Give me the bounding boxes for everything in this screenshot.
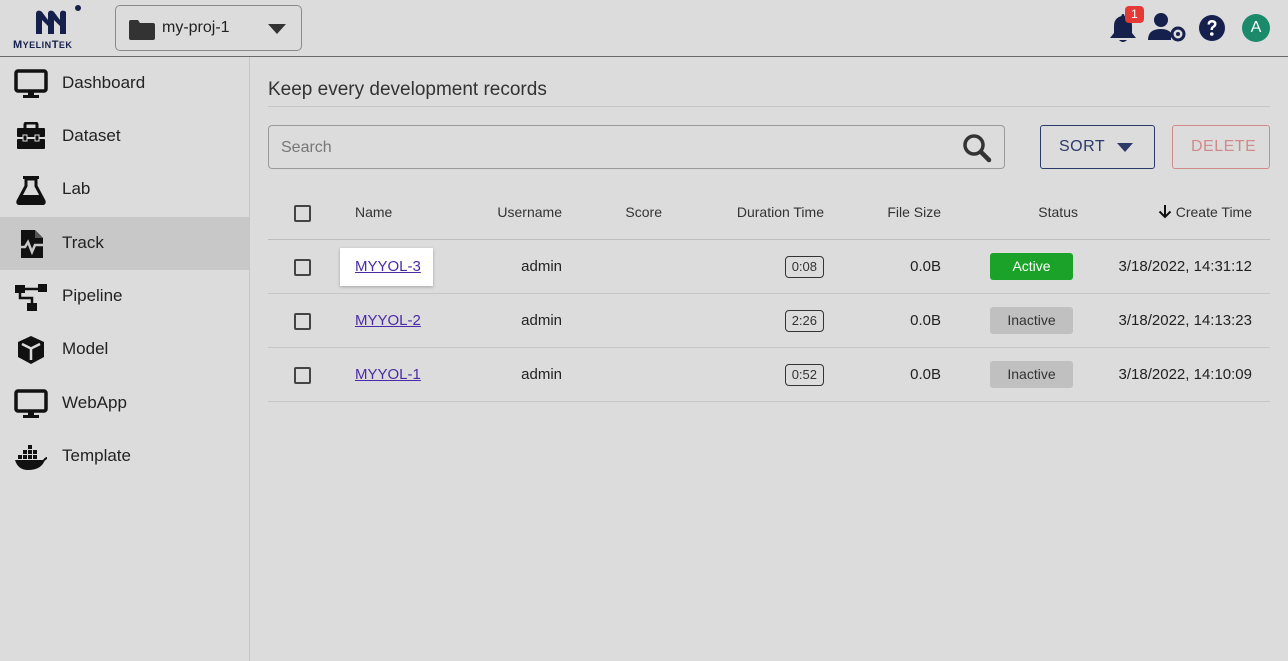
logo-text: MYELINTEK [13,39,73,51]
column-header-score[interactable]: Score [598,186,662,239]
status-badge: Inactive [990,361,1073,388]
file-size-cell: 0.0B [910,366,941,383]
score-cell [598,294,662,347]
duration-pill: 2:26 [784,310,824,332]
records-table: Name Username Score Duration Time File S… [268,186,1270,402]
monitor-icon [14,69,48,98]
sidebar-item-track[interactable]: Track [0,217,249,270]
sidebar-item-label: Template [62,446,131,465]
sidebar-item-label: WebApp [62,393,127,412]
column-header-name[interactable]: Name [355,186,392,239]
folder-icon [129,20,155,40]
title-divider [268,106,1270,107]
page-title: Keep every development records [268,79,547,100]
username-cell: admin [521,366,562,383]
sidebar-item-label: Pipeline [62,286,123,305]
search-box [268,125,1005,169]
sort-button[interactable]: SORT [1040,125,1155,169]
search-icon[interactable] [962,133,992,163]
record-name-link[interactable]: MYYOL-2 [355,312,421,329]
column-header-file-size[interactable]: File Size [848,186,941,239]
delete-button[interactable]: DELETE [1172,125,1270,169]
table-row: MYYOL-3 admin 0:08 0.0B Active 3/18/2022… [268,240,1270,294]
row-checkbox[interactable] [294,313,311,330]
duration-cell: 0:52 [708,348,824,401]
record-name-link[interactable]: MYYOL-1 [355,366,421,383]
arrow-down-icon [1158,205,1171,219]
sidebar-item-model[interactable]: Model [0,323,249,376]
monitor-icon [14,389,48,418]
table-header: Name Username Score Duration Time File S… [268,186,1270,240]
sidebar-item-label: Track [62,233,104,252]
docker-icon [15,445,47,470]
table-row: MYYOL-2 admin 2:26 0.0B Inactive 3/18/20… [268,294,1270,348]
sidebar-item-lab[interactable]: Lab [0,163,249,216]
pipeline-icon [15,284,47,311]
sidebar-item-template[interactable]: Template [0,430,249,483]
column-header-create-time[interactable]: Create Time [1098,186,1252,239]
sort-label: SORT [1059,138,1106,155]
row-checkbox[interactable] [294,259,311,276]
file-waveform-icon [17,230,45,258]
project-selector[interactable]: my-proj-1 [115,5,302,51]
flask-icon [16,176,46,205]
username-cell: admin [521,258,562,275]
cube-icon [18,336,44,364]
create-time-label: Create Time [1175,204,1252,220]
sidebar: Dashboard Dataset Lab Track Pipeline Mod… [0,57,250,661]
column-header-status[interactable]: Status [968,186,1078,239]
toolbox-icon [17,122,45,149]
help-icon[interactable] [1198,14,1226,42]
column-header-duration[interactable]: Duration Time [708,186,824,239]
sidebar-item-label: Model [62,339,109,358]
notification-badge: 1 [1125,6,1144,23]
chevron-down-icon [268,24,286,34]
duration-cell: 0:08 [708,240,824,293]
select-all-checkbox[interactable] [294,205,311,222]
myelintek-logo[interactable]: MYELINTEK [12,4,102,54]
sidebar-item-label: Dashboard [62,73,146,92]
file-size-cell: 0.0B [910,312,941,329]
chevron-down-icon [1117,143,1133,152]
table-row: MYYOL-1 admin 0:52 0.0B Inactive 3/18/20… [268,348,1270,402]
user-settings-icon[interactable] [1148,12,1186,42]
create-time-cell: 3/18/2022, 14:31:12 [1118,258,1252,275]
logo-mark-icon [36,5,81,35]
sidebar-item-label: Dataset [62,126,121,145]
score-cell [598,240,662,293]
file-size-cell: 0.0B [910,258,941,275]
score-cell [598,348,662,401]
sidebar-item-dataset[interactable]: Dataset [0,110,249,163]
user-avatar[interactable]: A [1242,14,1270,42]
project-name: my-proj-1 [162,19,230,36]
row-checkbox[interactable] [294,367,311,384]
sidebar-item-label: Lab [62,179,91,198]
sidebar-item-pipeline[interactable]: Pipeline [0,270,249,323]
status-badge: Active [990,253,1073,280]
duration-cell: 2:26 [708,294,824,347]
search-input[interactable] [281,136,941,160]
username-cell: admin [521,312,562,329]
duration-pill: 0:08 [784,256,824,278]
status-badge: Inactive [990,307,1073,334]
record-name-link[interactable]: MYYOL-3 [355,258,421,275]
create-time-cell: 3/18/2022, 14:10:09 [1118,366,1252,383]
column-header-username[interactable]: Username [476,186,562,239]
duration-pill: 0:52 [784,364,824,386]
app-header: MYELINTEK my-proj-1 1 A [0,0,1288,57]
delete-label: DELETE [1191,138,1257,155]
create-time-cell: 3/18/2022, 14:13:23 [1118,312,1252,329]
sidebar-item-dashboard[interactable]: Dashboard [0,57,249,110]
sidebar-item-webapp[interactable]: WebApp [0,377,249,430]
